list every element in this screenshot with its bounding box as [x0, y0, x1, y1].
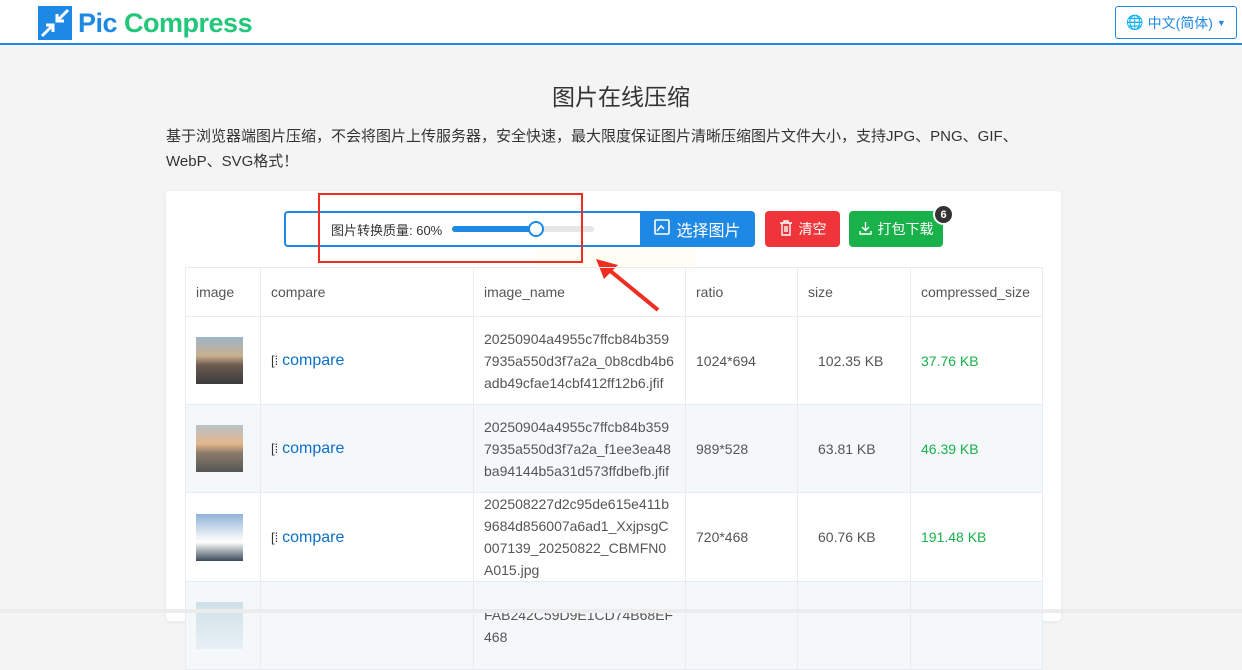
clear-button[interactable]: 清空 [765, 211, 840, 247]
compressed-size-cell: 191.48 KB [910, 492, 1043, 582]
logo-text-compress: Compress [124, 7, 253, 38]
table-row: [⁞ compare 202508227d2c95de615e411b9684d… [185, 492, 1043, 582]
image-name-cell: 20250904a4955c7ffcb84b3597935a550d3f7a2a… [473, 316, 686, 405]
language-dropdown[interactable]: 🌐 中文(简体) ▼ [1115, 6, 1237, 39]
download-label: 打包下载 [877, 221, 934, 237]
size-cell: 60.76 KB [797, 492, 911, 582]
image-thumbnail[interactable] [196, 337, 243, 384]
thumbnail-cell [185, 492, 261, 582]
image-name-cell: 202508227d2c95de615e411b9684d856007a6ad1… [473, 492, 686, 582]
annotation-highlight-box [318, 193, 583, 263]
compare-icon: [⁞ [271, 529, 279, 545]
logo[interactable]: Pic Compress [38, 6, 253, 40]
ratio-cell [685, 581, 798, 670]
globe-icon: 🌐 [1126, 14, 1144, 30]
table-row: FAB242C59D9E1CD74B68EF468 [185, 581, 1043, 670]
thumbnail-cell [185, 581, 261, 670]
image-name-cell: 20250904a4955c7ffcb84b3597935a550d3f7a2a… [473, 404, 686, 493]
thumbnail-cell [185, 316, 261, 405]
clear-label: 清空 [798, 221, 827, 237]
compare-cell: [⁞ compare [260, 316, 474, 405]
compare-cell [260, 581, 474, 670]
compare-link[interactable]: compare [282, 440, 344, 457]
compressed-size-cell [910, 581, 1043, 670]
size-cell: 102.35 KB [797, 316, 911, 405]
table-row: [⁞ compare 20250904a4955c7ffcb84b3597935… [185, 316, 1043, 405]
ratio-cell: 720*468 [685, 492, 798, 582]
page-description: 基于浏览器端图片压缩，不会将图片上传服务器，安全快速，最大限度保证图片清晰压缩图… [166, 128, 1018, 170]
logo-text-pic: Pic [78, 7, 118, 38]
col-image-name: image_name [473, 267, 686, 317]
image-name-cell: FAB242C59D9E1CD74B68EF468 [473, 581, 686, 670]
image-upload-icon [654, 218, 671, 240]
select-images-label: 选择图片 [676, 223, 741, 240]
col-size: size [797, 267, 911, 317]
col-image: image [185, 267, 261, 317]
horizontal-scrollbar[interactable] [0, 609, 1242, 613]
select-images-button[interactable]: 选择图片 [640, 211, 755, 247]
compress-logo-icon [38, 6, 72, 40]
compressed-size-cell: 46.39 KB [910, 404, 1043, 493]
caret-down-icon: ▼ [1216, 17, 1226, 28]
compare-cell: [⁞ compare [260, 404, 474, 493]
size-cell [797, 581, 911, 670]
col-compressed-size: compressed_size [910, 267, 1043, 317]
file-count-badge: 6 [933, 204, 954, 225]
table-row: [⁞ compare 20250904a4955c7ffcb84b3597935… [185, 404, 1043, 493]
page-title: 图片在线压缩 [552, 84, 690, 110]
table-header-row: image compare image_name ratio size comp… [185, 267, 1043, 317]
image-thumbnail[interactable] [196, 425, 243, 472]
size-cell: 63.81 KB [797, 404, 911, 493]
compare-icon: [⁞ [271, 353, 279, 368]
compare-cell: [⁞ compare [260, 492, 474, 582]
trash-icon [779, 219, 793, 239]
col-ratio: ratio [685, 267, 798, 317]
ratio-cell: 989*528 [685, 404, 798, 493]
compare-link[interactable]: compare [282, 352, 344, 369]
language-label: 中文(简体) [1147, 14, 1213, 31]
download-zip-button[interactable]: 打包下载 [849, 211, 943, 247]
ratio-cell: 1024*694 [685, 316, 798, 405]
image-thumbnail[interactable] [196, 513, 243, 561]
thumbnail-cell [185, 404, 261, 493]
compare-link[interactable]: compare [282, 529, 344, 546]
download-icon [858, 221, 872, 238]
compare-icon: [⁞ [271, 441, 279, 456]
compressed-size-cell: 37.76 KB [910, 316, 1043, 405]
col-compare: compare [260, 267, 474, 317]
header: Pic Compress 🌐 中文(简体) ▼ [0, 0, 1242, 45]
